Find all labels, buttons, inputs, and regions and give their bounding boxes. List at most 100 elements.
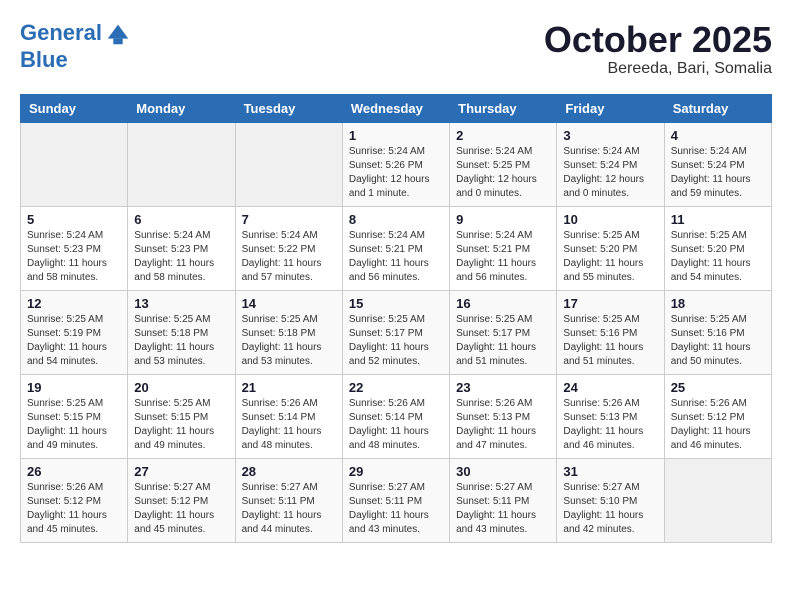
day-info: Sunrise: 5:24 AM Sunset: 5:22 PM Dayligh… [242,229,336,285]
day-number: 7 [242,212,336,227]
day-number: 18 [671,296,765,311]
day-number: 13 [134,296,228,311]
calendar-week-row: 5 Sunrise: 5:24 AM Sunset: 5:23 PM Daylig… [21,206,772,290]
title-block: October 2025 Bereeda, Bari, Somalia [544,20,772,78]
day-info: Sunrise: 5:26 AM Sunset: 5:12 PM Dayligh… [27,481,121,537]
day-info: Sunrise: 5:24 AM Sunset: 5:21 PM Dayligh… [349,229,443,285]
day-number: 5 [27,212,121,227]
calendar-cell: 15 Sunrise: 5:25 AM Sunset: 5:17 PM Dayli… [342,290,449,374]
calendar-cell: 22 Sunrise: 5:26 AM Sunset: 5:14 PM Dayli… [342,374,449,458]
calendar-cell: 29Sunrise: 5:27 AM Sunset: 5:11 PM Dayli… [342,458,449,542]
day-info: Sunrise: 5:26 AM Sunset: 5:14 PM Dayligh… [349,397,443,453]
calendar-cell: 18 Sunrise: 5:25 AM Sunset: 5:16 PM Dayli… [664,290,771,374]
calendar-cell [664,458,771,542]
logo: General Blue [20,20,132,72]
calendar-cell: 17 Sunrise: 5:25 AM Sunset: 5:16 PM Dayli… [557,290,664,374]
day-number: 30 [456,464,550,479]
calendar-cell: 27 Sunrise: 5:27 AM Sunset: 5:12 PM Dayli… [128,458,235,542]
calendar-cell: 16 Sunrise: 5:25 AM Sunset: 5:17 PM Dayli… [450,290,557,374]
day-number: 15 [349,296,443,311]
day-info: Sunrise: 5:24 AM Sunset: 5:23 PM Dayligh… [27,229,121,285]
calendar-cell: 6 Sunrise: 5:24 AM Sunset: 5:23 PM Daylig… [128,206,235,290]
calendar-week-row: 12 Sunrise: 5:25 AM Sunset: 5:19 PM Dayli… [21,290,772,374]
calendar-week-row: 19 Sunrise: 5:25 AM Sunset: 5:15 PM Dayli… [21,374,772,458]
day-info: Sunrise: 5:24 AM Sunset: 5:24 PM Dayligh… [671,145,765,201]
day-info: Sunrise: 5:27 AM Sunset: 5:10 PM Dayligh… [563,481,657,537]
day-info: Sunrise: 5:25 AM Sunset: 5:16 PM Dayligh… [671,313,765,369]
day-number: 27 [134,464,228,479]
calendar-cell: 30Sunrise: 5:27 AM Sunset: 5:11 PM Dayli… [450,458,557,542]
calendar-cell: 20 Sunrise: 5:25 AM Sunset: 5:15 PM Dayli… [128,374,235,458]
calendar-cell: 5 Sunrise: 5:24 AM Sunset: 5:23 PM Daylig… [21,206,128,290]
day-number: 19 [27,380,121,395]
day-info: Sunrise: 5:25 AM Sunset: 5:16 PM Dayligh… [563,313,657,369]
weekday-header: Thursday [450,94,557,122]
logo-text: General Blue [20,20,132,72]
calendar-cell: 2 Sunrise: 5:24 AM Sunset: 5:25 PM Daylig… [450,122,557,206]
calendar-cell: 1 Sunrise: 5:24 AM Sunset: 5:26 PM Daylig… [342,122,449,206]
day-number: 4 [671,128,765,143]
day-info: Sunrise: 5:25 AM Sunset: 5:15 PM Dayligh… [134,397,228,453]
day-number: 6 [134,212,228,227]
day-number: 31 [563,464,657,479]
day-info: Sunrise: 5:26 AM Sunset: 5:13 PM Dayligh… [456,397,550,453]
page-subtitle: Bereeda, Bari, Somalia [544,60,772,78]
day-info: Sunrise: 5:25 AM Sunset: 5:20 PM Dayligh… [563,229,657,285]
calendar-cell: 23 Sunrise: 5:26 AM Sunset: 5:13 PM Dayli… [450,374,557,458]
calendar-cell [21,122,128,206]
day-info: Sunrise: 5:24 AM Sunset: 5:23 PM Dayligh… [134,229,228,285]
day-info: Sunrise: 5:25 AM Sunset: 5:18 PM Dayligh… [242,313,336,369]
calendar-cell: 14 Sunrise: 5:25 AM Sunset: 5:18 PM Dayli… [235,290,342,374]
calendar-table: SundayMondayTuesdayWednesdayThursdayFrid… [20,94,772,543]
calendar-cell: 24Sunrise: 5:26 AM Sunset: 5:13 PM Dayli… [557,374,664,458]
day-number: 21 [242,380,336,395]
page-title: October 2025 [544,20,772,60]
day-number: 16 [456,296,550,311]
weekday-header: Monday [128,94,235,122]
weekday-header: Wednesday [342,94,449,122]
day-number: 10 [563,212,657,227]
day-info: Sunrise: 5:25 AM Sunset: 5:17 PM Dayligh… [456,313,550,369]
calendar-cell: 21 Sunrise: 5:26 AM Sunset: 5:14 PM Dayli… [235,374,342,458]
day-info: Sunrise: 5:27 AM Sunset: 5:12 PM Dayligh… [134,481,228,537]
day-number: 29 [349,464,443,479]
calendar-cell: 13Sunrise: 5:25 AM Sunset: 5:18 PM Dayli… [128,290,235,374]
day-number: 25 [671,380,765,395]
weekday-header: Sunday [21,94,128,122]
calendar-week-row: 1 Sunrise: 5:24 AM Sunset: 5:26 PM Daylig… [21,122,772,206]
calendar-week-row: 26 Sunrise: 5:26 AM Sunset: 5:12 PM Dayli… [21,458,772,542]
day-number: 26 [27,464,121,479]
weekday-header: Tuesday [235,94,342,122]
calendar-cell: 7 Sunrise: 5:24 AM Sunset: 5:22 PM Daylig… [235,206,342,290]
day-number: 8 [349,212,443,227]
calendar-cell: 28 Sunrise: 5:27 AM Sunset: 5:11 PM Dayli… [235,458,342,542]
day-info: Sunrise: 5:24 AM Sunset: 5:21 PM Dayligh… [456,229,550,285]
day-number: 23 [456,380,550,395]
calendar-cell: 10 Sunrise: 5:25 AM Sunset: 5:20 PM Dayli… [557,206,664,290]
day-info: Sunrise: 5:25 AM Sunset: 5:15 PM Dayligh… [27,397,121,453]
day-number: 2 [456,128,550,143]
day-info: Sunrise: 5:26 AM Sunset: 5:13 PM Dayligh… [563,397,657,453]
day-number: 20 [134,380,228,395]
day-number: 17 [563,296,657,311]
day-info: Sunrise: 5:27 AM Sunset: 5:11 PM Dayligh… [242,481,336,537]
day-info: Sunrise: 5:24 AM Sunset: 5:25 PM Dayligh… [456,145,550,201]
day-number: 22 [349,380,443,395]
day-info: Sunrise: 5:24 AM Sunset: 5:26 PM Dayligh… [349,145,443,201]
calendar-cell: 9Sunrise: 5:24 AM Sunset: 5:21 PM Daylig… [450,206,557,290]
day-number: 14 [242,296,336,311]
calendar-header-row: SundayMondayTuesdayWednesdayThursdayFrid… [21,94,772,122]
calendar-cell [235,122,342,206]
day-number: 12 [27,296,121,311]
calendar-cell: 26 Sunrise: 5:26 AM Sunset: 5:12 PM Dayli… [21,458,128,542]
weekday-header: Saturday [664,94,771,122]
weekday-header: Friday [557,94,664,122]
calendar-cell: 3Sunrise: 5:24 AM Sunset: 5:24 PM Daylig… [557,122,664,206]
day-number: 1 [349,128,443,143]
day-info: Sunrise: 5:25 AM Sunset: 5:19 PM Dayligh… [27,313,121,369]
day-info: Sunrise: 5:25 AM Sunset: 5:17 PM Dayligh… [349,313,443,369]
page-header: General Blue October 2025 Bereeda, Bari,… [20,20,772,78]
day-info: Sunrise: 5:26 AM Sunset: 5:14 PM Dayligh… [242,397,336,453]
calendar-cell: 11Sunrise: 5:25 AM Sunset: 5:20 PM Dayli… [664,206,771,290]
day-number: 28 [242,464,336,479]
